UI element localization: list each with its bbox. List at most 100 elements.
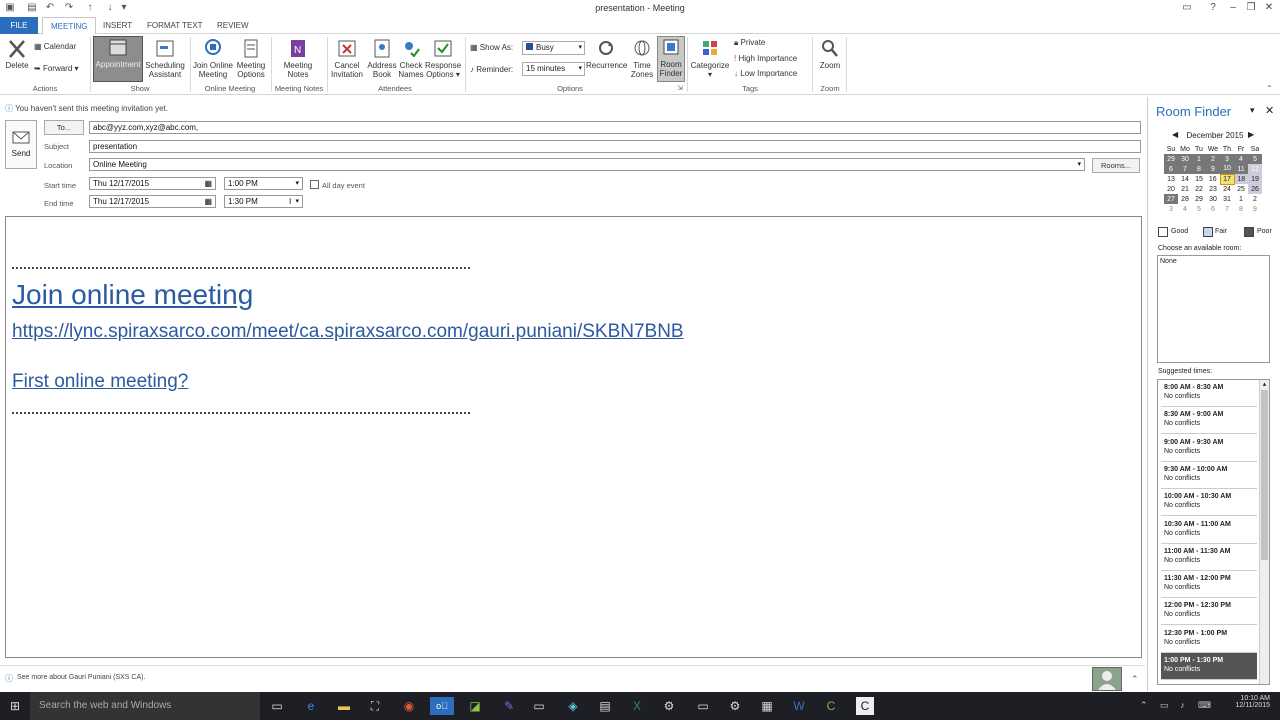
suggested-time-slot[interactable]: 8:00 AM - 8:30 AM No conflicts <box>1161 380 1257 407</box>
calendar-day[interactable]: 19 <box>1248 174 1262 184</box>
end-time-field[interactable]: 1:30 PM I ▾ <box>224 195 303 208</box>
calendar-day[interactable]: 28 <box>1178 194 1192 204</box>
app-icon[interactable]: C <box>856 697 874 715</box>
tab-format-text[interactable]: FORMAT TEXT <box>139 17 211 34</box>
calendar-day[interactable]: 7 <box>1178 164 1192 174</box>
calendar-day[interactable]: 7 <box>1220 204 1234 214</box>
calendar-day[interactable]: 29 <box>1164 154 1178 164</box>
calendar-day[interactable]: 10 <box>1220 164 1234 174</box>
calendar-day[interactable]: 6 <box>1206 204 1220 214</box>
forward-button[interactable]: ➥ Forward ▾ <box>34 64 79 74</box>
calendar-day[interactable]: 9 <box>1248 204 1262 214</box>
app-icon[interactable]: ▤ <box>596 697 614 715</box>
suggested-time-slot[interactable]: 10:00 AM - 10:30 AM No conflicts <box>1161 489 1257 517</box>
ribbon-display-icon[interactable]: ▭ <box>1180 1 1194 15</box>
calendar-day[interactable]: 31 <box>1220 194 1234 204</box>
calendar-picker-icon[interactable]: ▦ <box>204 178 212 189</box>
show-as-dropdown[interactable]: Busy ▾ <box>522 41 585 55</box>
suggested-time-slot[interactable]: 9:30 AM - 10:00 AM No conflicts <box>1161 462 1257 489</box>
response-options-button[interactable]: Response Options ▾ <box>425 38 461 79</box>
app-icon[interactable]: ◈ <box>564 697 582 715</box>
meeting-notes-button[interactable]: N Meeting Notes <box>280 38 316 79</box>
camtasia-icon[interactable]: C <box>822 697 840 715</box>
calendar-day[interactable]: 25 <box>1234 184 1248 194</box>
task-view-icon[interactable]: ▭ <box>268 697 286 715</box>
outlook-taskbar-icon[interactable]: o⃞ <box>430 697 454 715</box>
calendar-day[interactable]: 8 <box>1192 164 1206 174</box>
suggested-time-slot[interactable]: 9:00 AM - 9:30 AM No conflicts <box>1161 435 1257 462</box>
expand-people-pane-icon[interactable]: ⌃ <box>1131 674 1139 685</box>
language-icon[interactable]: ⌨ <box>1198 700 1211 711</box>
suggested-time-slot[interactable]: 8:30 AM - 9:00 AM No conflicts <box>1161 407 1257 435</box>
calendar-day[interactable]: 14 <box>1178 174 1192 184</box>
high-importance-button[interactable]: ! High Importance <box>734 54 797 64</box>
calendar-day[interactable]: 13 <box>1164 174 1178 184</box>
calendar-day[interactable]: 17 <box>1219 173 1235 185</box>
close-icon[interactable]: ✕ <box>1262 1 1276 15</box>
calendar-day[interactable]: 30 <box>1206 194 1220 204</box>
calendar-day[interactable]: 2 <box>1248 194 1262 204</box>
all-day-checkbox[interactable] <box>310 180 319 189</box>
suggested-time-slot[interactable]: 12:00 PM - 12:30 PM No conflicts <box>1161 598 1257 626</box>
edge-icon[interactable]: e <box>302 697 320 715</box>
store-icon[interactable]: ⛶ <box>366 697 384 715</box>
calendar-day[interactable]: 20 <box>1164 184 1178 194</box>
calendar-day[interactable]: 18 <box>1234 174 1248 184</box>
address-book-button[interactable]: Address Book <box>367 38 397 79</box>
meeting-options-button[interactable]: Meeting Options <box>235 38 267 79</box>
calendar-day[interactable]: 15 <box>1192 174 1206 184</box>
app-icon[interactable]: ✎ <box>500 697 518 715</box>
low-importance-button[interactable]: ↓ Low Importance <box>734 69 797 79</box>
excel-icon[interactable]: X <box>628 697 646 715</box>
calendar-day[interactable]: 1 <box>1234 194 1248 204</box>
calendar-day[interactable]: 30 <box>1178 154 1192 164</box>
meeting-url-link[interactable]: https://lync.spiraxsarco.com/meet/ca.spi… <box>12 321 684 343</box>
calendar-picker-icon[interactable]: ▦ <box>204 196 212 207</box>
calendar-day[interactable]: 11 <box>1234 164 1248 174</box>
calendar-day[interactable]: 24 <box>1220 184 1234 194</box>
scroll-up-icon[interactable]: ▴ <box>1260 380 1269 388</box>
windows-start-icon[interactable]: ⊞ <box>6 697 24 715</box>
end-date-field[interactable]: Thu 12/17/2015 ▦ <box>89 195 216 208</box>
calendar-day[interactable]: 23 <box>1206 184 1220 194</box>
calendar-button[interactable]: ▦ Calendar <box>34 42 76 52</box>
calendar-day[interactable]: 2 <box>1206 154 1220 164</box>
calendar-day[interactable]: 5 <box>1192 204 1206 214</box>
recurrence-button[interactable]: Recurrence <box>586 38 627 70</box>
suggested-time-slot[interactable]: 11:30 AM - 12:00 PM No conflicts <box>1161 571 1257 599</box>
calendar-day[interactable]: 4 <box>1234 154 1248 164</box>
dialog-launcher-icon[interactable]: ⇲ <box>677 84 683 92</box>
calendar-day[interactable]: 3 <box>1220 154 1234 164</box>
appointment-button[interactable]: Appointment <box>93 36 143 82</box>
search-box[interactable]: Search the web and Windows <box>30 692 260 720</box>
calendar-day[interactable]: 27 <box>1164 194 1178 204</box>
restore-icon[interactable]: ❐ <box>1244 1 1258 15</box>
tab-review[interactable]: REVIEW <box>209 17 257 34</box>
app-icon[interactable]: ▦ <box>758 697 776 715</box>
tab-file[interactable]: FILE <box>0 17 38 34</box>
suggested-time-slot[interactable]: 12:30 PM - 1:00 PM No conflicts <box>1161 626 1257 653</box>
suggested-time-slot[interactable]: 10:30 AM - 11:00 AM No conflicts <box>1161 517 1257 544</box>
settings-gear-icon[interactable]: ⚙ <box>660 697 678 715</box>
room-list[interactable]: None <box>1157 255 1270 363</box>
help-icon[interactable]: ? <box>1206 1 1220 15</box>
calendar-day[interactable]: 9 <box>1206 164 1220 174</box>
subject-field[interactable]: presentation <box>89 140 1141 153</box>
suggested-time-slot[interactable]: 1:00 PM - 1:30 PM No conflicts <box>1161 653 1257 680</box>
contact-avatar[interactable] <box>1092 667 1122 691</box>
reminder-dropdown[interactable]: 15 minutes ▾ <box>522 62 585 76</box>
calendar-day[interactable]: 21 <box>1178 184 1192 194</box>
message-body[interactable]: Join online meeting https://lync.spiraxs… <box>5 216 1142 658</box>
to-button[interactable]: To... <box>44 120 84 135</box>
to-field[interactable]: abc@yyz.com,xyz@abc.com, <box>89 121 1141 134</box>
suggested-times-list[interactable]: 8:00 AM - 8:30 AM No conflicts 8:30 AM - 9… <box>1157 379 1270 685</box>
start-time-field[interactable]: 1:00 PM ▾ <box>224 177 303 190</box>
chrome-icon[interactable]: ◉ <box>400 697 418 715</box>
scrollbar[interactable]: ▴ <box>1259 380 1269 684</box>
calendar-day[interactable]: 8 <box>1234 204 1248 214</box>
rooms-button[interactable]: Rooms... <box>1092 158 1140 173</box>
people-pane-text[interactable]: See more about Gauri Puniani (SXS CA). <box>17 674 145 681</box>
close-pane-icon[interactable]: ✕ <box>1265 104 1274 117</box>
network-icon[interactable]: ▭ <box>1160 700 1169 711</box>
show-hidden-icons-icon[interactable]: ⌃ <box>1140 700 1148 711</box>
